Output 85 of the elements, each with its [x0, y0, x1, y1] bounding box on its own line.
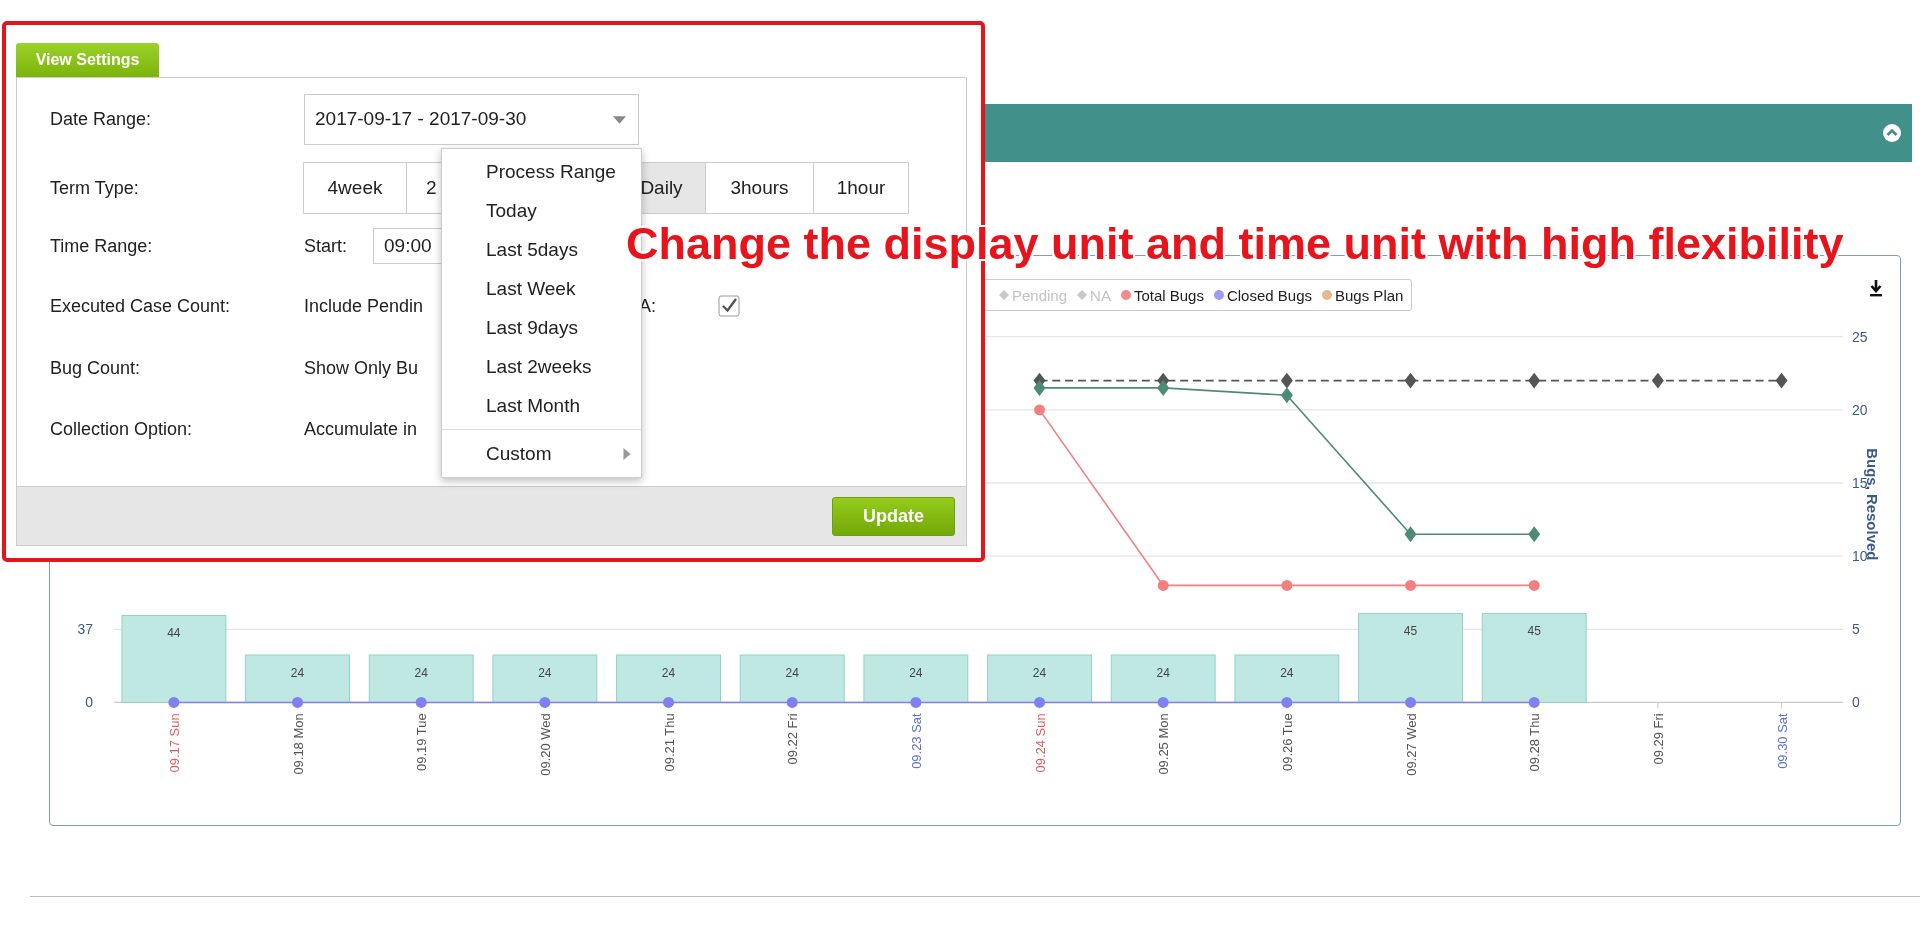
- menu-item[interactable]: Custom: [442, 434, 641, 473]
- point: [786, 696, 798, 708]
- point: [1528, 526, 1541, 543]
- point: [1404, 372, 1417, 389]
- option-text: Accumulate in: [304, 418, 418, 440]
- date-range-select[interactable]: 2017-09-17 - 2017-09-30: [304, 93, 639, 145]
- data-label: 24: [290, 665, 305, 680]
- axis-tick-label: 37: [77, 621, 93, 638]
- point: [1405, 579, 1417, 591]
- axis-tick-label: 25: [1852, 328, 1868, 345]
- field-label: Date Range:: [50, 108, 153, 130]
- axis-tick-label: 09.25 Mon: [1156, 713, 1172, 775]
- term-type-button[interactable]: 4week: [303, 162, 407, 214]
- point: [415, 696, 427, 708]
- point: [1528, 696, 1540, 708]
- axis-tick-label: 09.18 Mon: [290, 713, 306, 775]
- option-text: Include Pendin: [304, 295, 425, 317]
- axis-tick-label: 09.28 Thu: [1527, 713, 1543, 772]
- collapse-icon[interactable]: [1882, 123, 1902, 143]
- legend-item[interactable]: Closed Bugs: [1213, 286, 1312, 304]
- point: [1404, 526, 1417, 543]
- axis-tick-label: 09.27 Wed: [1403, 713, 1419, 776]
- axis-tick-label: 09.21 Thu: [661, 713, 677, 772]
- axis-tick-label: 0: [1852, 694, 1860, 711]
- data-label: 44: [167, 626, 181, 641]
- point: [1528, 372, 1541, 389]
- legend-item[interactable]: Bugs Plan: [1322, 286, 1404, 304]
- point: [1280, 372, 1293, 389]
- field-label: Collection Option:: [50, 418, 194, 440]
- axis-tick-label: 09.17 Sun: [166, 713, 182, 773]
- download-icon[interactable]: [1869, 279, 1883, 297]
- point: [168, 696, 180, 708]
- data-label: 24: [909, 665, 923, 680]
- axis-tick-label: 0: [85, 694, 93, 711]
- field-label: Executed Case Count:: [50, 295, 232, 317]
- field-label: Term Type:: [50, 177, 140, 199]
- option-text: Show Only Bu: [304, 357, 419, 379]
- point: [1033, 379, 1046, 396]
- menu-item[interactable]: Last 9days: [442, 308, 641, 347]
- point: [1528, 579, 1540, 591]
- start-label: Start:: [304, 235, 347, 257]
- field-label: Time Range:: [50, 235, 154, 257]
- menu-item[interactable]: Last Week: [442, 269, 641, 308]
- axis-tick-label: 09.26 Tue: [1279, 713, 1295, 772]
- point: [1034, 696, 1046, 708]
- axis-tick-label: 09.19 Tue: [414, 713, 430, 772]
- caret-icon: [613, 115, 626, 124]
- data-label: 24: [414, 665, 428, 680]
- point: [1280, 387, 1293, 404]
- point: [1157, 379, 1170, 396]
- data-label: 24: [785, 665, 799, 680]
- point: [910, 696, 922, 708]
- point: [1034, 404, 1046, 416]
- axis-tick-label: 09.30 Sat: [1774, 713, 1790, 769]
- axis-tick-label: 09.24 Sun: [1032, 713, 1048, 773]
- point: [1651, 372, 1664, 389]
- point: [1157, 579, 1169, 591]
- term-type-button[interactable]: 3hours: [705, 162, 814, 214]
- field-label: Bug Count:: [50, 357, 142, 379]
- term-type-button[interactable]: 1hour: [813, 162, 909, 214]
- menu-item[interactable]: Last 2weeks: [442, 347, 641, 386]
- checkbox[interactable]: [718, 295, 740, 317]
- data-label: 24: [661, 665, 676, 680]
- point: [1775, 372, 1788, 389]
- point: [539, 696, 551, 708]
- point: [292, 696, 304, 708]
- data-label: 24: [538, 665, 552, 680]
- axis-tick-label: 09.22 Fri: [785, 713, 801, 765]
- point: [1157, 696, 1169, 708]
- data-label: 24: [1156, 665, 1170, 680]
- menu-item[interactable]: Last Month: [442, 386, 641, 425]
- legend-item[interactable]: Total Bugs: [1120, 286, 1204, 304]
- data-label: 45: [1527, 624, 1541, 639]
- axis-tick-label: 5: [1852, 621, 1860, 638]
- point: [663, 696, 675, 708]
- axis-tick-label: 09.23 Sat: [908, 713, 924, 769]
- axis-tick-label: 20: [1852, 401, 1868, 418]
- point: [1281, 579, 1293, 591]
- data-label: 45: [1403, 624, 1418, 639]
- axis-tick-label: 09.29 Fri: [1650, 713, 1666, 765]
- data-label: 24: [1280, 665, 1294, 680]
- point: [1405, 696, 1417, 708]
- point: [1281, 696, 1293, 708]
- data-label: 24: [1032, 665, 1047, 680]
- axis-tick-label: 09.20 Wed: [537, 713, 553, 776]
